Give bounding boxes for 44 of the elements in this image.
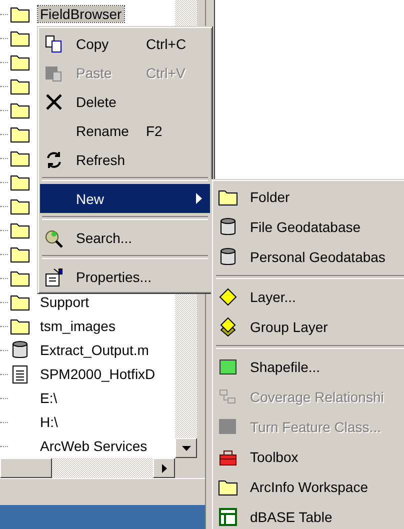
magnifier-icon — [44, 228, 64, 248]
menu-item[interactable]: Shapefile... — [214, 352, 404, 382]
tree-item[interactable]: tsm_images — [38, 318, 118, 334]
menu-item[interactable]: dBASE Table — [214, 502, 404, 529]
menu-item[interactable]: ArcInfo Workspace — [214, 472, 404, 502]
menu-item[interactable]: Search... — [40, 223, 210, 252]
tree-item[interactable]: ArcWeb Services — [38, 438, 150, 454]
tree-item[interactable]: FieldBrowser — [38, 6, 124, 22]
menu-item[interactable]: Properties... — [40, 262, 210, 291]
menu-item[interactable]: Layer... — [214, 282, 404, 312]
tree-item[interactable]: H:\ — [38, 414, 60, 430]
scroll-right-button[interactable] — [153, 458, 175, 478]
submenu-arrow-icon — [196, 193, 202, 204]
menu-item[interactable]: Group Layer — [214, 312, 404, 342]
right-arrow-icon — [162, 464, 166, 472]
square-icon — [218, 417, 238, 437]
document-icon — [10, 364, 30, 384]
menu-item[interactable]: Personal Geodatabas — [214, 242, 404, 272]
down-arrow-icon — [182, 446, 190, 450]
tree-item[interactable]: Support — [38, 294, 92, 310]
tree-item[interactable]: E:\ — [38, 390, 60, 406]
database-icon — [218, 247, 238, 267]
refresh-icon — [44, 150, 64, 170]
stacked-diamond-icon — [218, 317, 238, 337]
tree-item[interactable]: SPM2000_HotfixD — [38, 366, 158, 382]
menu-item[interactable]: Toolbox — [214, 442, 404, 472]
menu-item[interactable]: Refresh — [40, 145, 210, 174]
menu-item[interactable]: File Geodatabase — [214, 212, 404, 242]
copy-icon — [44, 34, 64, 54]
menu-item[interactable]: New — [40, 184, 210, 213]
shapefile-icon — [218, 357, 238, 377]
database-icon — [218, 217, 238, 237]
tree-item[interactable]: Extract_Output.m — [38, 342, 151, 358]
menu-item[interactable]: Rename F2 — [40, 116, 210, 145]
diamond-icon — [218, 287, 238, 307]
menu-item[interactable]: Delete — [40, 87, 210, 116]
properties-icon — [44, 266, 64, 286]
scroll-thumb[interactable] — [0, 458, 52, 478]
scroll-down-button[interactable] — [175, 438, 197, 458]
menu-item[interactable]: Folder — [214, 182, 404, 212]
database-icon — [10, 340, 30, 360]
table-icon — [218, 507, 238, 527]
menu-item[interactable]: Copy Ctrl+C — [40, 29, 210, 58]
cross-icon — [44, 92, 64, 112]
